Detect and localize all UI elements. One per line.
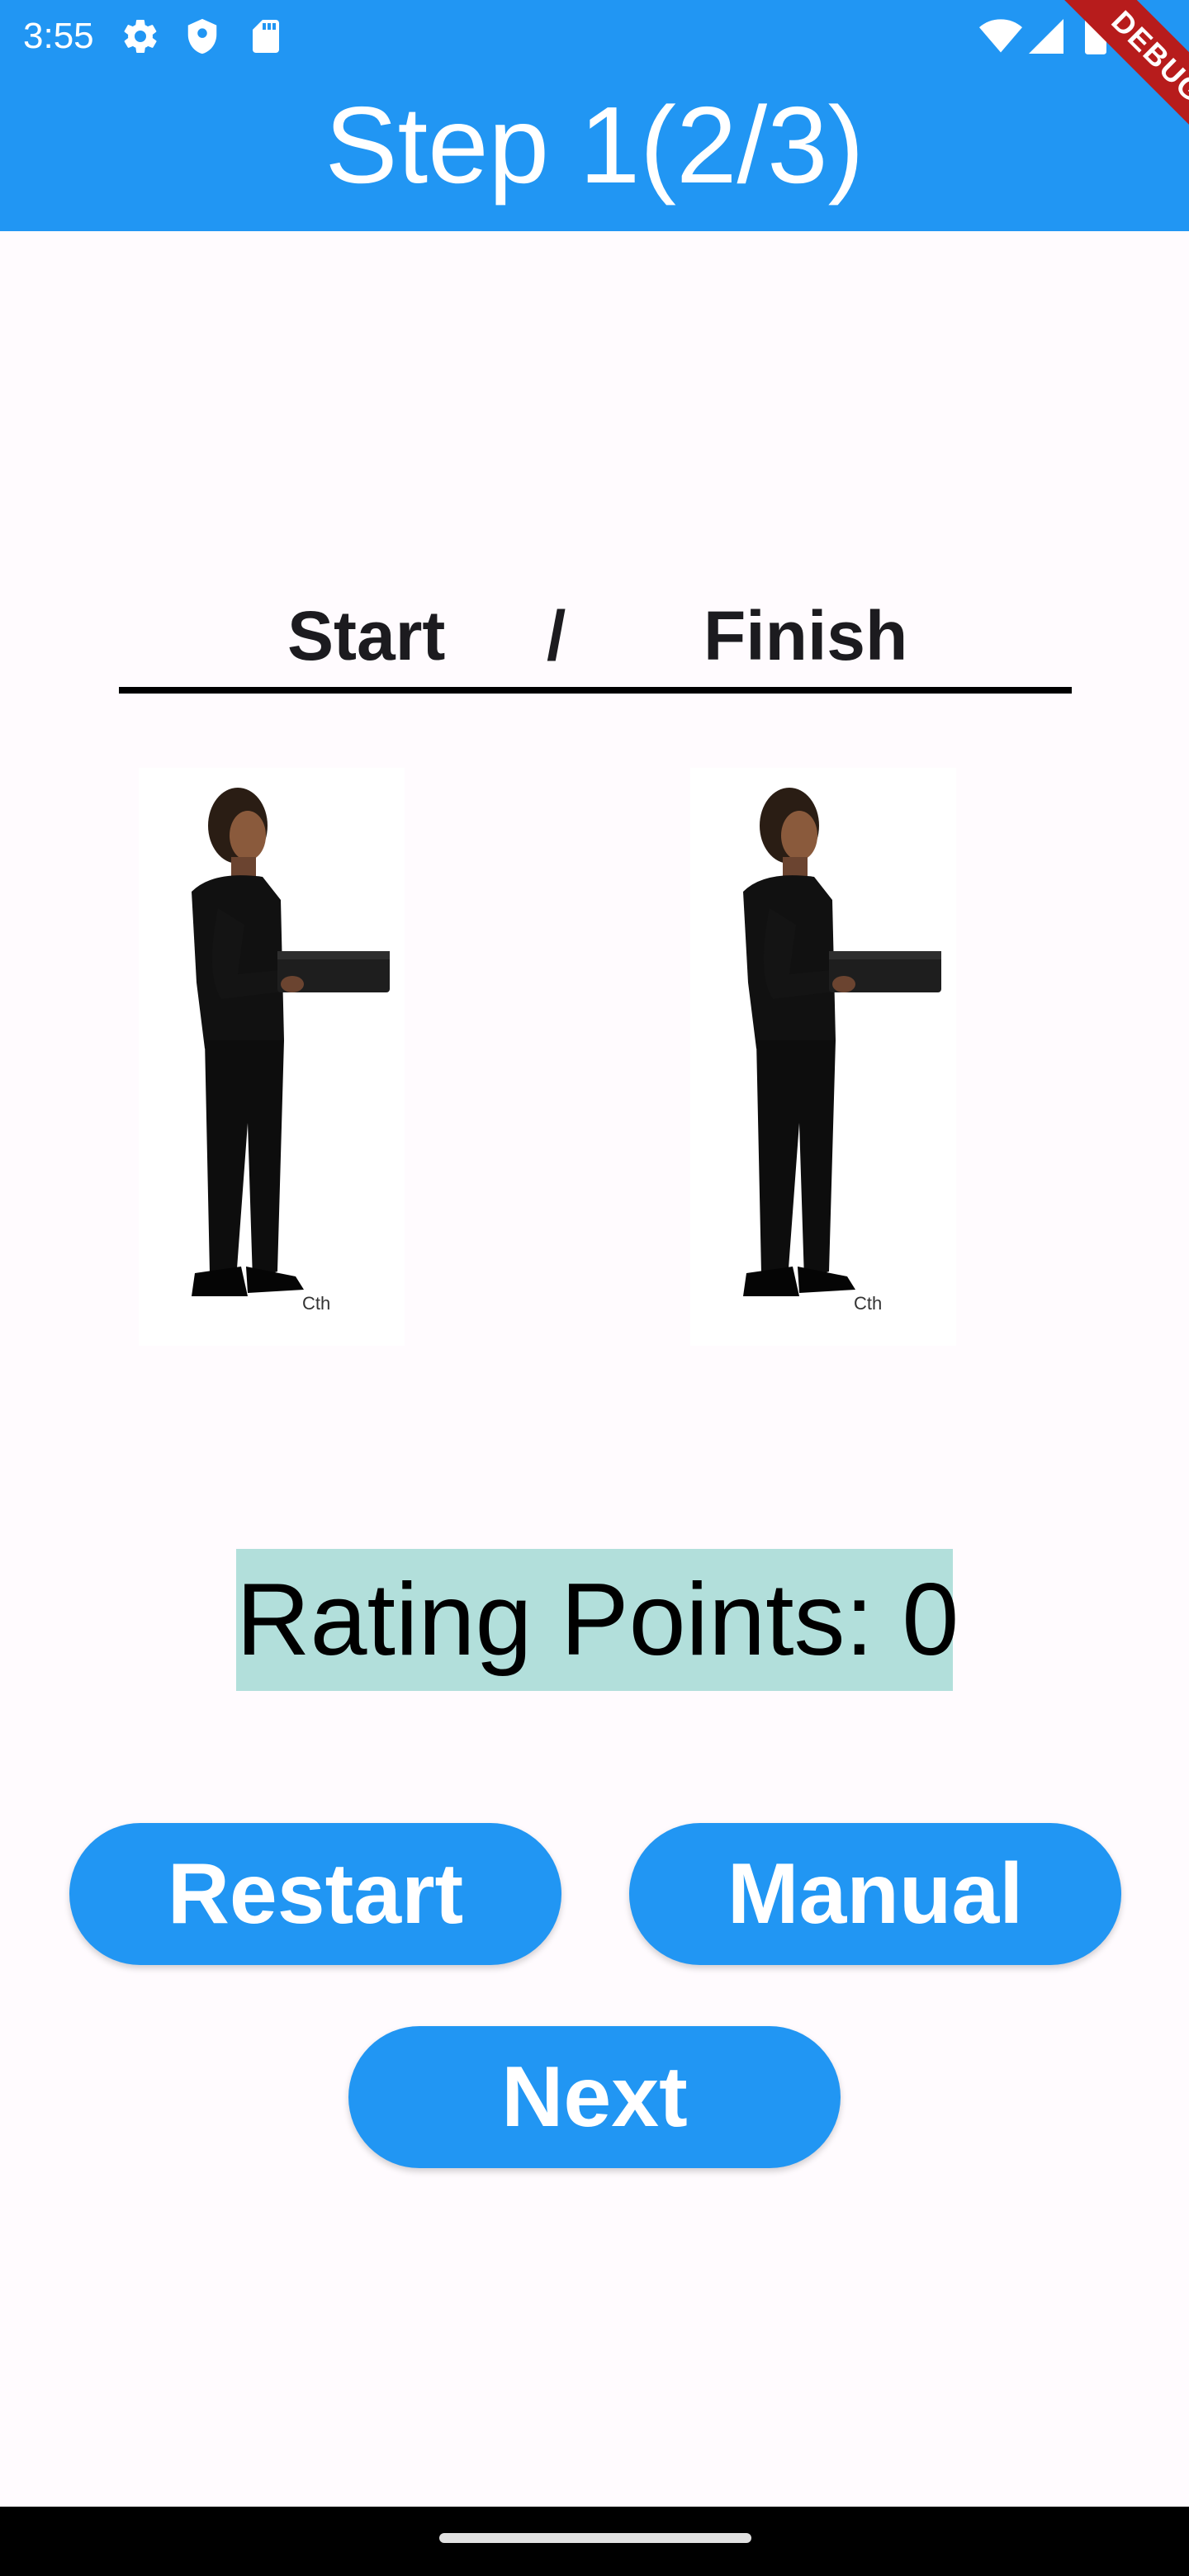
manual-button[interactable]: Manual [629, 1823, 1121, 1965]
label-underline [119, 687, 1072, 694]
finish-pose-image: Cth [690, 768, 956, 1346]
gear-icon [121, 17, 160, 60]
sd-card-icon [249, 17, 282, 60]
next-button[interactable]: Next [348, 2026, 841, 2168]
figure-caption: Cth [302, 1293, 330, 1314]
label-separator: / [547, 597, 566, 675]
status-bar: 3:55 [0, 0, 1189, 73]
system-navigation-bar [0, 2507, 1189, 2576]
signal-icon [1029, 18, 1063, 59]
pose-label-row: Start / Finish [119, 594, 1072, 694]
rating-points: Rating Points: 0 [236, 1549, 959, 1691]
home-gesture-handle[interactable] [439, 2533, 751, 2543]
finish-label: Finish [703, 597, 908, 675]
shield-icon [183, 17, 221, 60]
restart-button[interactable]: Restart [69, 1823, 561, 1965]
start-label: Start [287, 597, 446, 675]
status-time: 3:55 [23, 16, 94, 56]
page-title: Step 1(2/3) [324, 84, 865, 206]
figure-caption: Cth [854, 1293, 882, 1314]
standing-person-holding-box-image: Cth [192, 788, 390, 1314]
wifi-icon [979, 18, 1022, 59]
app-bar: 3:55 Step 1(2/3) DEBUG [0, 0, 1189, 231]
start-pose-image: Cth [139, 768, 405, 1346]
standing-person-holding-box-image: Cth [743, 788, 941, 1314]
